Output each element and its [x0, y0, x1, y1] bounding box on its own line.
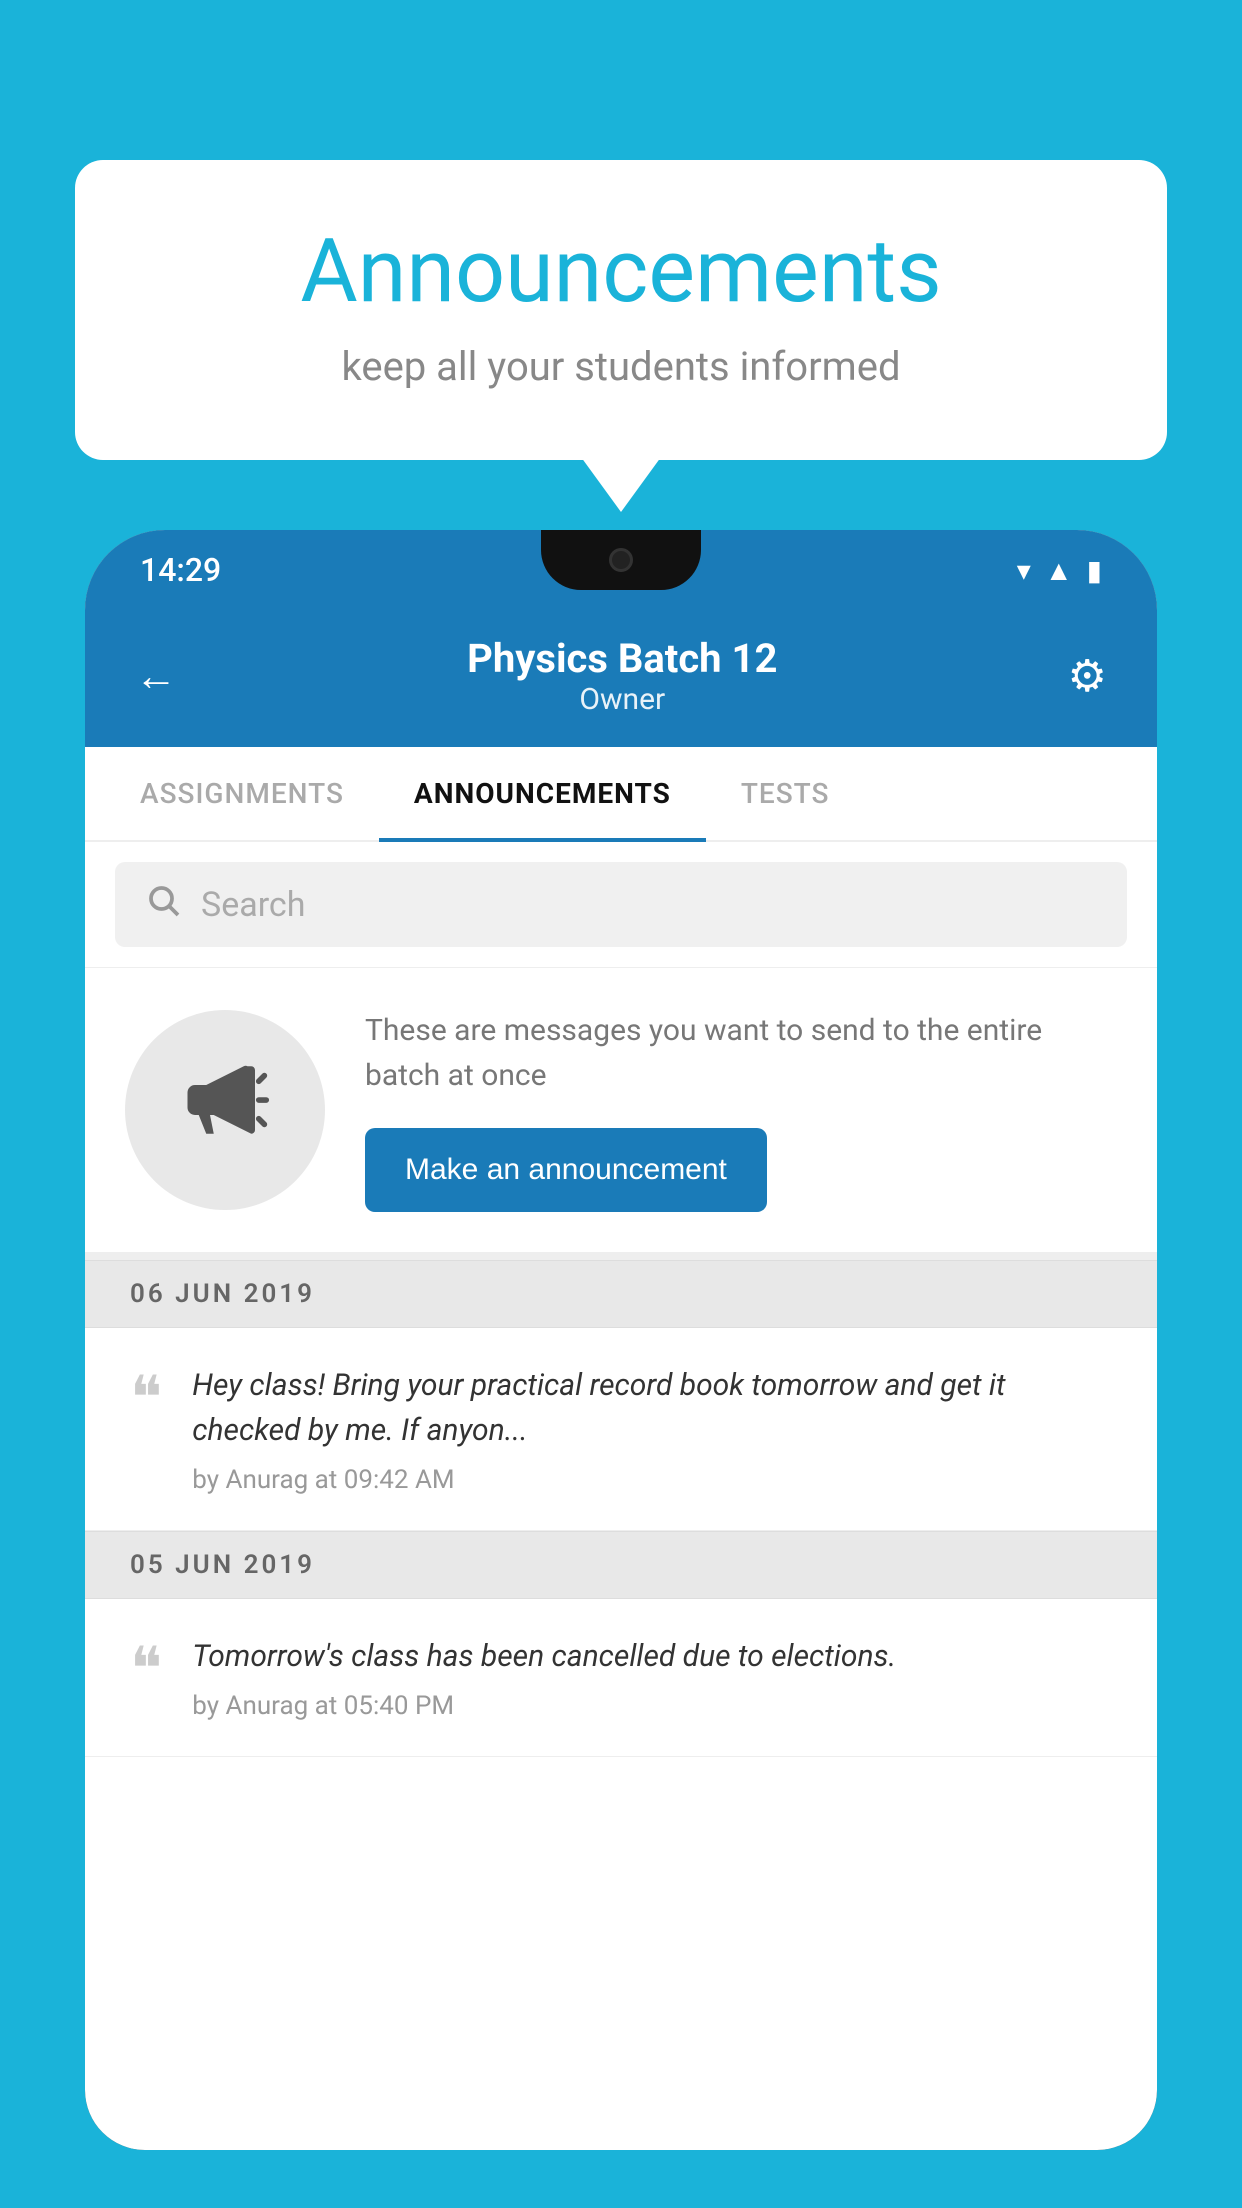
- announcement-meta-2: by Anurag at 05:40 PM: [192, 1691, 1112, 1721]
- status-time: 14:29: [140, 551, 221, 589]
- header-role: Owner: [467, 682, 777, 717]
- search-placeholder: Search: [201, 885, 305, 925]
- tabs-container: ASSIGNMENTS ANNOUNCEMENTS TESTS: [85, 747, 1157, 842]
- status-bar: 14:29 ▾ ▲ ▮: [85, 530, 1157, 610]
- tab-assignments[interactable]: ASSIGNMENTS: [105, 747, 379, 840]
- phone-content: Search These are messages: [85, 842, 1157, 1757]
- search-bar[interactable]: Search: [115, 862, 1127, 947]
- wifi-icon: ▾: [1017, 554, 1031, 587]
- announcement-item-1: ❝ Hey class! Bring your practical record…: [85, 1328, 1157, 1531]
- search-bar-container: Search: [85, 842, 1157, 968]
- announcement-message-2: Tomorrow's class has been cancelled due …: [192, 1634, 1112, 1679]
- make-announcement-button[interactable]: Make an announcement: [365, 1128, 767, 1212]
- announcement-text-block-1: Hey class! Bring your practical record b…: [192, 1363, 1112, 1495]
- phone-frame: 14:29 ▾ ▲ ▮ ← Physics Batch 12 Owner ⚙: [85, 530, 1157, 2150]
- promo-icon-circle: [125, 1010, 325, 1210]
- announcement-item-2: ❝ Tomorrow's class has been cancelled du…: [85, 1599, 1157, 1757]
- back-button[interactable]: ←: [135, 652, 177, 701]
- phone-inner: 14:29 ▾ ▲ ▮ ← Physics Batch 12 Owner ⚙: [85, 530, 1157, 2150]
- header-center: Physics Batch 12 Owner: [467, 635, 777, 717]
- settings-icon[interactable]: ⚙: [1068, 650, 1107, 702]
- quote-icon-2: ❝: [130, 1639, 162, 1699]
- announcement-text-block-2: Tomorrow's class has been cancelled due …: [192, 1634, 1112, 1721]
- batch-title: Physics Batch 12: [467, 635, 777, 682]
- announcement-message-1: Hey class! Bring your practical record b…: [192, 1363, 1112, 1453]
- speech-bubble-container: Announcements keep all your students inf…: [75, 160, 1167, 460]
- quote-icon-1: ❝: [130, 1368, 162, 1428]
- signal-icon: ▲: [1045, 554, 1073, 587]
- announcement-meta-1: by Anurag at 09:42 AM: [192, 1465, 1112, 1495]
- search-icon: [145, 882, 181, 927]
- promo-description: These are messages you want to send to t…: [365, 1008, 1117, 1098]
- speech-bubble-subtitle: keep all your students informed: [155, 343, 1087, 390]
- speech-bubble: Announcements keep all your students inf…: [75, 160, 1167, 460]
- tab-announcements[interactable]: ANNOUNCEMENTS: [379, 747, 706, 840]
- promo-right: These are messages you want to send to t…: [365, 1008, 1117, 1212]
- status-icons: ▾ ▲ ▮: [1017, 554, 1102, 587]
- camera: [609, 548, 633, 572]
- notch: [541, 530, 701, 590]
- announcement-promo: These are messages you want to send to t…: [85, 968, 1157, 1260]
- app-header: ← Physics Batch 12 Owner ⚙: [85, 610, 1157, 747]
- battery-icon: ▮: [1087, 554, 1102, 587]
- megaphone-icon: [180, 1055, 270, 1165]
- date-separator-1: 06 JUN 2019: [85, 1260, 1157, 1328]
- speech-bubble-title: Announcements: [155, 220, 1087, 323]
- date-separator-2: 05 JUN 2019: [85, 1531, 1157, 1599]
- phone-container: 14:29 ▾ ▲ ▮ ← Physics Batch 12 Owner ⚙: [85, 530, 1157, 2208]
- tab-tests[interactable]: TESTS: [706, 747, 865, 840]
